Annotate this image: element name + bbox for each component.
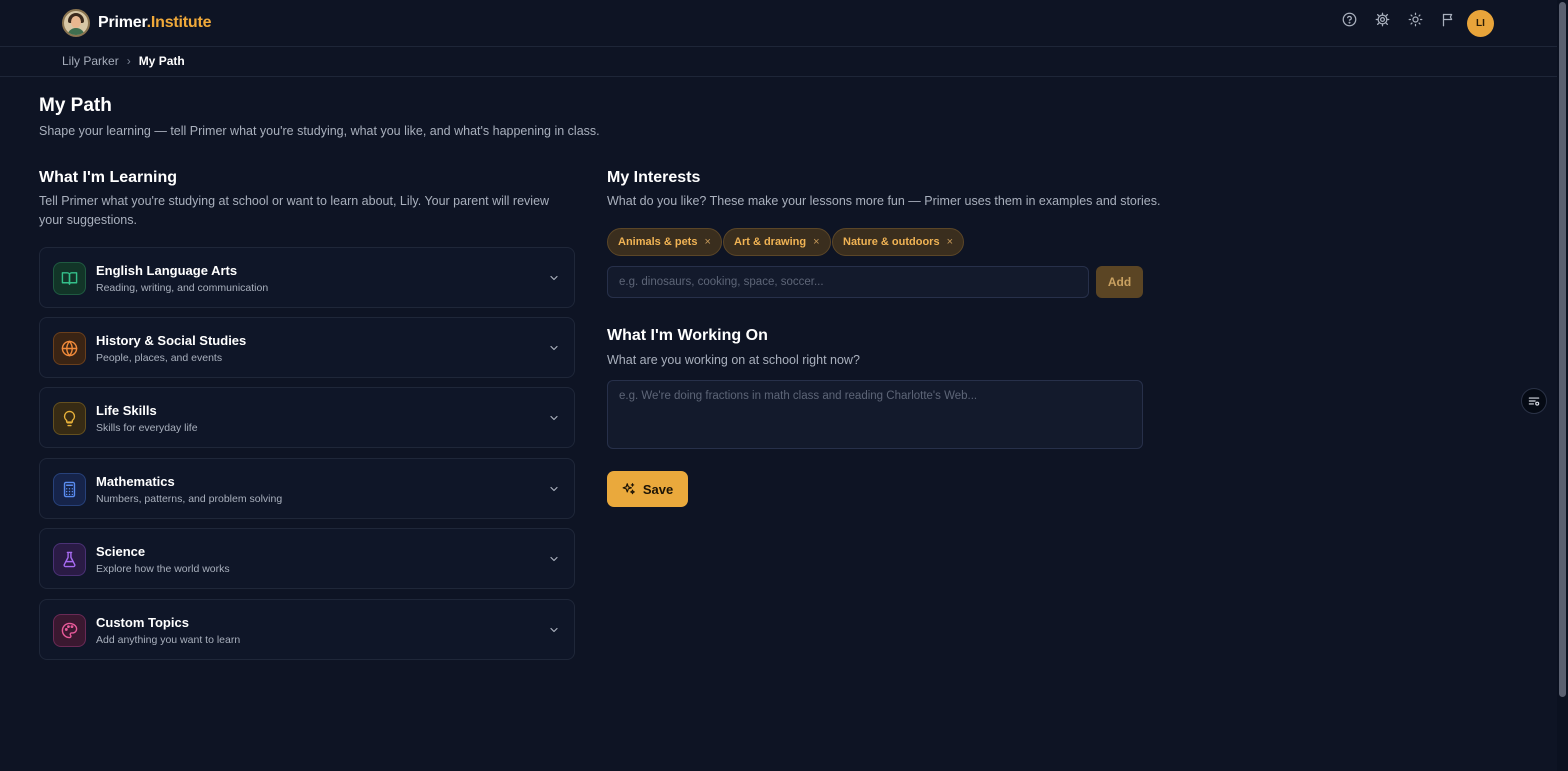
book-icon bbox=[53, 262, 86, 295]
interest-chip-label: Nature & outdoors bbox=[843, 236, 940, 248]
subject-name: English Language Arts bbox=[96, 263, 238, 278]
breadcrumb-item-user[interactable]: Lily Parker bbox=[62, 54, 119, 68]
subject-card-science[interactable]: Science Explore how the world works bbox=[39, 528, 575, 589]
page-scrollbar[interactable] bbox=[1557, 0, 1568, 771]
interests-subtitle: What do you like? These make your lesson… bbox=[607, 194, 1161, 208]
interest-chip-label: Art & drawing bbox=[734, 236, 807, 248]
interest-chip: Animals & pets × bbox=[607, 228, 722, 256]
globe-icon bbox=[53, 332, 86, 365]
chevron-down-icon[interactable] bbox=[548, 272, 560, 284]
chevron-down-icon[interactable] bbox=[548, 553, 560, 565]
filter-list-icon bbox=[1528, 397, 1540, 406]
logo-text: Primer.Institute bbox=[98, 14, 211, 32]
subject-name: Life Skills bbox=[96, 403, 157, 418]
sun-icon[interactable] bbox=[1406, 10, 1424, 28]
palette-icon bbox=[53, 614, 86, 647]
chevron-down-icon[interactable] bbox=[548, 483, 560, 495]
breadcrumb-item-current: My Path bbox=[138, 54, 185, 68]
subject-name: Mathematics bbox=[96, 474, 175, 489]
subject-desc: Add anything you want to learn bbox=[96, 634, 241, 646]
chevron-down-icon[interactable] bbox=[548, 624, 560, 636]
subject-card-mathematics[interactable]: Mathematics Numbers, patterns, and probl… bbox=[39, 458, 575, 519]
learning-subtitle: Tell Primer what you're studying at scho… bbox=[39, 194, 550, 227]
logo-accent: .Institute bbox=[146, 14, 212, 31]
logo-avatar-icon bbox=[62, 9, 90, 37]
subject-desc: Numbers, patterns, and problem solving bbox=[96, 493, 283, 505]
save-button[interactable]: Save bbox=[607, 471, 688, 507]
subject-card-custom-topics[interactable]: Custom Topics Add anything you want to l… bbox=[39, 599, 575, 660]
subject-desc: People, places, and events bbox=[96, 352, 223, 364]
working-on-subtitle: What are you working on at school right … bbox=[607, 353, 860, 367]
remove-icon[interactable]: × bbox=[947, 236, 953, 248]
subject-name: History & Social Studies bbox=[96, 333, 247, 348]
subject-name: Custom Topics bbox=[96, 615, 189, 630]
interest-chip: Nature & outdoors × bbox=[832, 228, 964, 256]
breadcrumb: Lily Parker › My Path bbox=[62, 54, 185, 68]
page-subtitle: Shape your learning — tell Primer what y… bbox=[39, 124, 600, 138]
remove-icon[interactable]: × bbox=[813, 236, 819, 248]
breadcrumb-bar: Lily Parker › My Path bbox=[0, 47, 1557, 77]
working-on-title: What I'm Working On bbox=[607, 327, 768, 344]
subject-card-life-skills[interactable]: Life Skills Skills for everyday life bbox=[39, 387, 575, 448]
subject-desc: Reading, writing, and communication bbox=[96, 282, 269, 294]
logo-main: Primer bbox=[98, 14, 147, 31]
top-bar: Primer.Institute LI bbox=[0, 0, 1557, 47]
working-on-textarea[interactable] bbox=[607, 380, 1143, 449]
lightbulb-icon bbox=[53, 402, 86, 435]
logo[interactable]: Primer.Institute bbox=[62, 9, 211, 37]
calculator-icon bbox=[53, 473, 86, 506]
user-avatar[interactable]: LI bbox=[1467, 10, 1494, 37]
interest-chip: Art & drawing × bbox=[723, 228, 831, 256]
flag-icon[interactable] bbox=[1439, 10, 1457, 28]
sparkles-icon bbox=[622, 483, 635, 495]
save-button-label: Save bbox=[642, 481, 674, 497]
interests-title: My Interests bbox=[607, 169, 701, 186]
interest-input[interactable] bbox=[607, 266, 1089, 298]
subject-card-english[interactable]: English Language Arts Reading, writing, … bbox=[39, 247, 575, 308]
top-icons bbox=[1340, 10, 1472, 28]
subject-desc: Explore how the world works bbox=[96, 563, 230, 575]
breadcrumb-separator-icon: › bbox=[126, 54, 131, 68]
subject-name: Science bbox=[96, 544, 146, 559]
help-icon[interactable] bbox=[1340, 10, 1358, 28]
subject-desc: Skills for everyday life bbox=[96, 422, 198, 434]
add-interest-button[interactable]: Add bbox=[1096, 266, 1143, 298]
interest-chip-label: Animals & pets bbox=[618, 236, 698, 248]
floating-assistant-button[interactable] bbox=[1521, 388, 1547, 414]
gear-icon[interactable] bbox=[1373, 10, 1391, 28]
chevron-down-icon[interactable] bbox=[548, 342, 560, 354]
subject-card-history[interactable]: History & Social Studies People, places,… bbox=[39, 317, 575, 378]
chevron-down-icon[interactable] bbox=[548, 412, 560, 424]
scrollbar-thumb[interactable] bbox=[1559, 2, 1566, 697]
remove-icon[interactable]: × bbox=[704, 236, 710, 248]
learning-title: What I'm Learning bbox=[39, 169, 178, 186]
flask-icon bbox=[53, 543, 86, 576]
page-title: My Path bbox=[39, 95, 112, 116]
